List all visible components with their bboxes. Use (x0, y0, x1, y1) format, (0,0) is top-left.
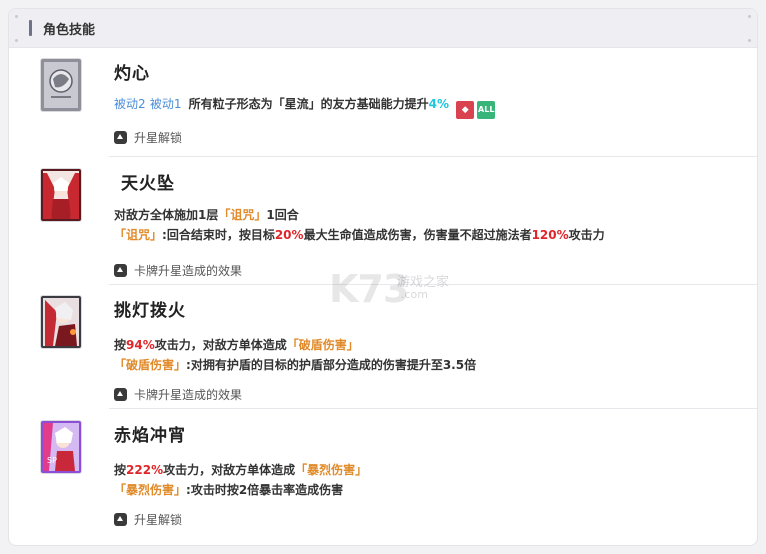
skill-name: 挑灯拨火 (114, 301, 186, 321)
skill-2-icon (41, 169, 81, 221)
skill-description: 被动2 被动1 所有粒子形态为「星流」的友方基础能力提升4% ◆ ALL (114, 95, 496, 119)
skill-effect-line: 按94%攻击力，对敌方单体造成「破盾伤害」 (114, 338, 359, 352)
skill-name: 天火坠 (121, 174, 175, 194)
skill-footer: 升星解锁 (114, 129, 182, 146)
skill-footer: 卡牌升星造成的效果 (114, 386, 242, 403)
corner-dot (15, 39, 18, 42)
shield-break-keyword: 「破盾伤害」 (114, 358, 187, 372)
divider (109, 156, 757, 157)
section-title: 角色技能 (43, 23, 96, 38)
upgrade-arrow-icon (114, 513, 127, 526)
attribute-icon: ◆ (456, 101, 475, 119)
skill-effect-line: 按222%攻击力，对敌方单体造成「暴烈伤害」 (114, 463, 368, 477)
header-accent-bar (29, 20, 32, 36)
all-badge-icon: ALL (477, 101, 496, 119)
skill-effect-line: 对敌方全体施加1层「诅咒」1回合 (114, 208, 299, 222)
burst-damage-keyword: 「暴烈伤害」 (114, 483, 187, 497)
skill-footer: 卡牌升星造成的效果 (114, 262, 242, 279)
skill-keyword-explanation: 「破盾伤害」:对拥有护盾的目标的护盾部分造成的伤害提升至3.5倍 (114, 358, 477, 372)
passive-tag-link[interactable]: 被动2 (114, 97, 146, 111)
divider (109, 408, 757, 409)
upgrade-arrow-icon (114, 131, 127, 144)
skill-1-icon (41, 59, 81, 111)
upgrade-arrow-icon (114, 388, 127, 401)
svg-text:SP: SP (47, 456, 57, 465)
passive-tag-link[interactable]: 被动1 (150, 97, 182, 111)
skill-name: 灼心 (114, 64, 150, 84)
corner-dot (748, 39, 751, 42)
corner-dot (15, 15, 18, 18)
skill-name: 赤焰冲宵 (114, 426, 186, 446)
curse-keyword: 「诅咒」 (114, 228, 163, 242)
skill-3-icon (41, 296, 81, 348)
upgrade-arrow-icon (114, 264, 127, 277)
section-header: 角色技能 (9, 9, 757, 48)
skill-keyword-explanation: 「暴烈伤害」:攻击时按2倍暴击率造成伤害 (114, 483, 344, 497)
skill-keyword-explanation: 「诅咒」:回合结束时，按目标20%最大生命值造成伤害，伤害量不超过施法者120%… (114, 228, 605, 242)
skills-panel: 角色技能 灼心 被动2 被动1 所有粒子形态为「星流」的友方基础能力提升4% ◆… (8, 8, 758, 546)
shield-break-keyword: 「破盾伤害」 (286, 338, 359, 352)
corner-dot (748, 15, 751, 18)
watermark-url: .com (401, 288, 428, 301)
skill-4-icon: SP (41, 421, 81, 473)
curse-keyword: 「诅咒」 (218, 208, 267, 222)
skill-footer: 升星解锁 (114, 511, 182, 528)
burst-damage-keyword: 「暴烈伤害」 (295, 463, 368, 477)
